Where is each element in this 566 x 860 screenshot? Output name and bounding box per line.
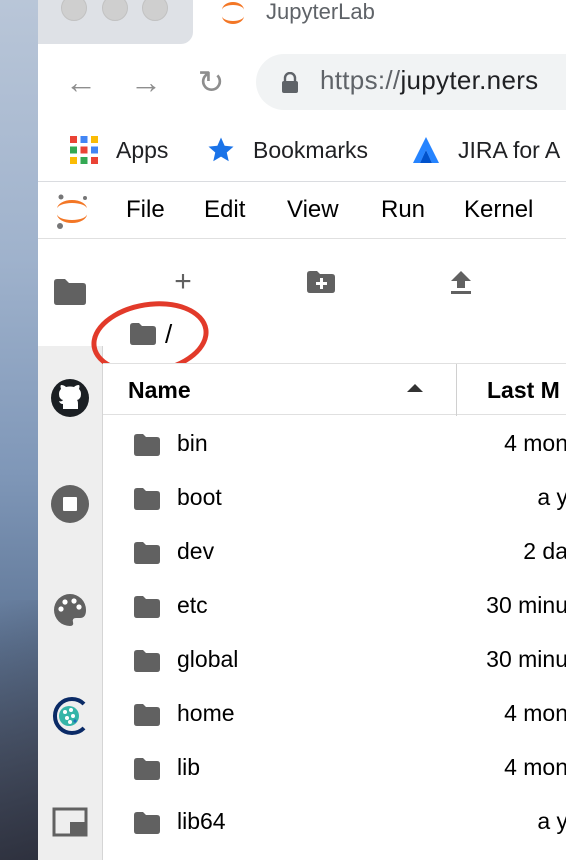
folder-icon xyxy=(134,488,160,510)
back-button[interactable]: ← xyxy=(63,64,99,100)
file-row[interactable]: lib 4 mon xyxy=(103,742,566,796)
file-row[interactable]: etc 30 minu xyxy=(103,580,566,634)
file-row[interactable]: lib64 a y xyxy=(103,796,566,850)
url-scheme: https:// xyxy=(320,65,401,95)
address-bar[interactable]: https://jupyter.ners xyxy=(256,54,566,110)
file-name: lib xyxy=(177,754,201,780)
new-folder-icon xyxy=(307,271,335,293)
file-name: bin xyxy=(177,430,208,456)
file-modified: 4 mon xyxy=(504,430,566,456)
file-modified: a y xyxy=(537,484,566,510)
bookmark-apps[interactable]: Apps xyxy=(68,132,168,168)
navigation-bar: ← → ↻ https://jupyter.ners xyxy=(38,44,566,120)
apps-grid-icon xyxy=(68,134,100,166)
file-row[interactable]: home 4 mon xyxy=(103,688,566,742)
menu-run[interactable]: Run xyxy=(381,196,425,224)
jupyter-logo-icon xyxy=(57,194,87,229)
jupyter-menubar: File Edit View Run Kernel xyxy=(38,183,566,239)
reload-button[interactable]: ↻ xyxy=(193,64,229,100)
minimize-window-button[interactable] xyxy=(102,0,128,21)
tab-jupyterlab[interactable] xyxy=(193,0,566,44)
nersc-logo-icon[interactable] xyxy=(50,696,90,736)
file-modified: a y xyxy=(537,808,566,834)
file-row[interactable]: boot a y xyxy=(103,472,566,526)
close-window-button[interactable] xyxy=(61,0,87,21)
column-modified-header[interactable]: Last M xyxy=(487,377,560,404)
folder-icon xyxy=(134,758,160,780)
upload-button[interactable] xyxy=(441,262,481,302)
file-name: boot xyxy=(177,484,222,510)
jupyter-favicon-icon xyxy=(222,2,244,24)
folder-icon xyxy=(134,596,160,618)
url-text: https://jupyter.ners xyxy=(320,65,538,96)
new-launcher-button[interactable]: + xyxy=(163,262,203,302)
breadcrumb-folder-icon[interactable] xyxy=(129,322,157,346)
file-browser: + / Name Last M bin 4 mon boot a y dev 2… xyxy=(86,240,566,860)
bookmark-jira[interactable]: JIRA for A xyxy=(410,132,560,168)
file-row[interactable]: global 30 minu xyxy=(103,634,566,688)
file-list: bin 4 mon boot a y dev 2 da etc 30 minu … xyxy=(103,418,566,850)
file-name: home xyxy=(177,700,235,726)
folder-icon xyxy=(134,812,160,834)
maximize-window-button[interactable] xyxy=(142,0,168,21)
column-divider[interactable] xyxy=(456,364,457,416)
breadcrumb: / xyxy=(129,318,172,350)
folder-icon xyxy=(134,434,160,456)
folder-icon xyxy=(134,704,160,726)
folder-icon xyxy=(134,542,160,564)
forward-button[interactable]: → xyxy=(128,64,164,100)
browser-window: JupyterLab ← → ↻ https://jupyter.ners Ap… xyxy=(38,0,566,860)
file-name: global xyxy=(177,646,239,672)
github-icon[interactable] xyxy=(50,378,90,418)
bookmark-bookmarks[interactable]: Bookmarks xyxy=(205,132,368,168)
menu-file[interactable]: File xyxy=(126,196,165,224)
file-name: lib64 xyxy=(177,808,226,834)
bookmark-apps-label: Apps xyxy=(116,136,169,163)
tabs-icon[interactable] xyxy=(50,802,90,842)
star-icon xyxy=(205,134,237,166)
left-sidebar xyxy=(38,240,103,860)
file-modified: 30 minu xyxy=(486,646,566,672)
plus-icon: + xyxy=(174,265,192,298)
new-folder-button[interactable] xyxy=(301,262,341,302)
file-modified: 2 da xyxy=(523,538,566,564)
file-modified: 30 minu xyxy=(486,592,566,618)
file-modified: 4 mon xyxy=(504,700,566,726)
file-row[interactable]: dev 2 da xyxy=(103,526,566,580)
lock-icon xyxy=(282,72,298,93)
bookmarks-bar: Apps Bookmarks JIRA for A xyxy=(38,120,566,182)
url-host: jupyter.ners xyxy=(400,65,539,95)
file-name: etc xyxy=(177,592,208,618)
menu-kernel[interactable]: Kernel xyxy=(464,196,533,224)
palette-icon[interactable] xyxy=(50,590,90,630)
menu-view[interactable]: View xyxy=(287,196,339,224)
bookmark-bookmarks-label: Bookmarks xyxy=(253,136,369,163)
file-name: dev xyxy=(177,538,215,564)
desktop-background xyxy=(0,0,38,860)
folder-icon[interactable] xyxy=(50,272,90,312)
upload-icon xyxy=(451,271,471,294)
tab-corner xyxy=(181,32,193,44)
tab-strip: JupyterLab xyxy=(38,0,566,44)
breadcrumb-root[interactable]: / xyxy=(165,319,172,350)
sort-ascending-icon[interactable] xyxy=(407,384,423,392)
menu-edit[interactable]: Edit xyxy=(204,196,245,224)
file-list-header: Name Last M xyxy=(103,363,566,416)
jira-icon xyxy=(410,134,442,166)
file-modified: 4 mon xyxy=(504,754,566,780)
column-name-header[interactable]: Name xyxy=(128,377,191,404)
folder-icon xyxy=(134,650,160,672)
stop-circle-icon[interactable] xyxy=(50,484,90,524)
tab-title: JupyterLab xyxy=(266,0,375,24)
file-row[interactable]: bin 4 mon xyxy=(103,418,566,472)
bookmark-jira-label: JIRA for A xyxy=(458,136,561,163)
